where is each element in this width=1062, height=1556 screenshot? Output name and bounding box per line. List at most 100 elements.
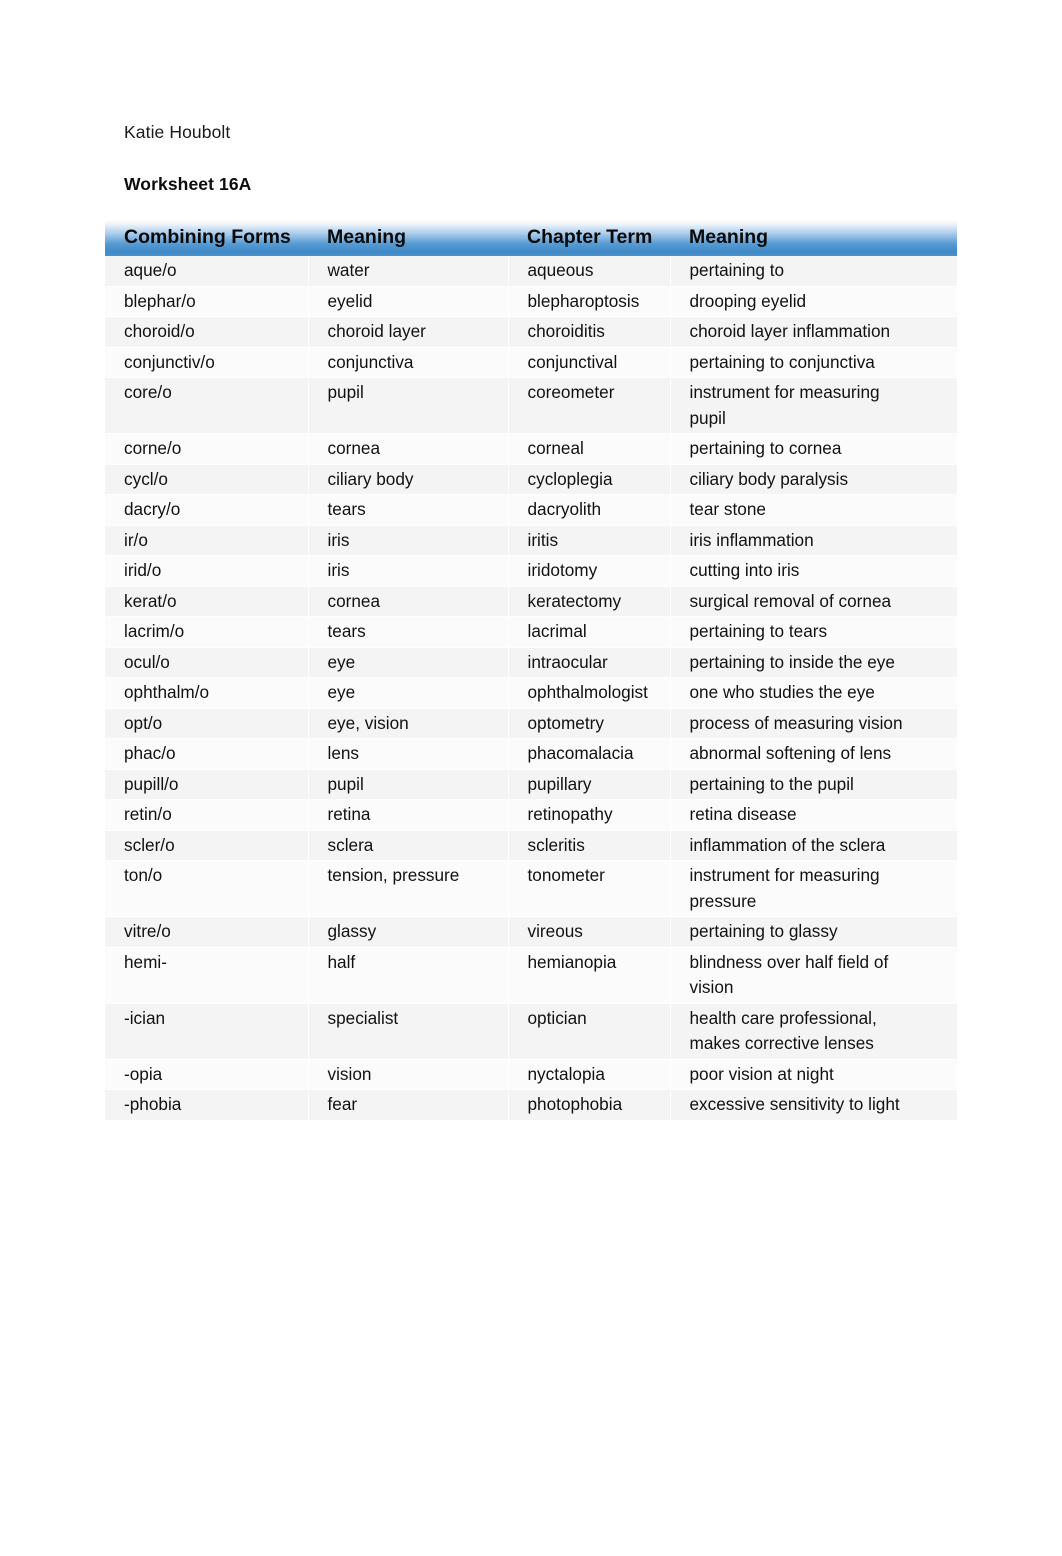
cell-term-meaning-line1: pertaining to tears: [689, 621, 828, 641]
cell-form-meaning: iris: [308, 555, 509, 587]
cell-chapter-term: scleritis: [508, 830, 671, 861]
cell-combining-form: pupill/o: [105, 769, 309, 800]
cell-combining-form: aque/o: [105, 256, 309, 287]
cell-form-meaning: ciliary body: [308, 464, 509, 495]
table-header-row: Combining Forms Meaning Chapter Term Mea…: [105, 220, 957, 256]
table-row: irid/o iris iridotomy cutting into iris: [105, 555, 957, 587]
cell-chapter-term: optometry: [508, 708, 671, 739]
table-row: -ician specialist optician health care prof…: [105, 1003, 957, 1060]
cell-term-meaning: inflammation of the sclera: [670, 830, 957, 861]
cell-chapter-term: coreometer: [508, 377, 671, 434]
table-row: ton/o tension, pressure tonometer instrumen…: [105, 860, 957, 917]
cell-combining-form: blephar/o: [105, 286, 309, 317]
cell-form-meaning: water: [308, 256, 509, 287]
column-header-combining-forms: Combining Forms: [105, 220, 308, 256]
cell-form-meaning: eye: [308, 647, 509, 678]
cell-term-meaning-line1: excessive sensitivity to light: [689, 1094, 900, 1114]
table-row: choroid/o choroid layer choroiditis choroid…: [105, 316, 957, 348]
column-header-meaning-2: Meaning: [670, 220, 957, 256]
cell-chapter-term: corneal: [508, 433, 671, 465]
cell-term-meaning: pertaining to the pupil: [670, 769, 957, 800]
cell-combining-form: ocul/o: [105, 647, 309, 678]
cell-term-meaning-line1: blindness over half field of: [689, 951, 889, 972]
cell-chapter-term: vireous: [508, 916, 671, 948]
vocabulary-table: Combining Forms Meaning Chapter Term Mea…: [105, 220, 957, 1121]
table-row: -opia vision nyctalopia poor vision at nigh…: [105, 1059, 957, 1090]
cell-form-meaning: eye, vision: [308, 708, 509, 739]
cell-term-meaning-line1: abnormal softening of lens: [689, 743, 892, 763]
cell-form-meaning: pupil: [308, 769, 509, 800]
cell-term-meaning-line1: pertaining to inside the eye: [689, 651, 895, 672]
cell-term-meaning-line1: surgical removal of cornea: [689, 590, 892, 611]
cell-chapter-term: tonometer: [508, 860, 671, 917]
cell-term-meaning-line1: iris inflammation: [689, 529, 814, 550]
cell-term-meaning-line1: drooping eyelid: [689, 290, 807, 311]
table-row: blephar/o eyelid blepharoptosis drooping ey…: [105, 286, 957, 317]
cell-combining-form: ophthalm/o: [105, 677, 309, 709]
cell-term-meaning: process of measuring vision: [670, 708, 957, 739]
table-row: dacry/o tears dacryolith tear stone: [105, 494, 957, 526]
table-row: ir/o iris iritis iris inflammation: [105, 525, 957, 556]
cell-term-meaning: instrument for measuring pupil: [670, 377, 957, 434]
cell-combining-form: irid/o: [105, 555, 309, 587]
cell-term-meaning: instrument for measuring pressure: [670, 860, 957, 917]
cell-combining-form: conjunctiv/o: [105, 347, 309, 378]
cell-chapter-term: choroiditis: [508, 316, 671, 348]
cell-term-meaning: cutting into iris: [670, 555, 957, 587]
document-page: Katie Houbolt Worksheet 16A Combining Fo…: [0, 0, 1062, 1556]
cell-combining-form: vitre/o: [105, 916, 309, 948]
cell-term-meaning: surgical removal of cornea: [670, 586, 957, 617]
table-row: ophthalm/o eye ophthalmologist one who stud…: [105, 677, 957, 709]
cell-combining-form: ir/o: [105, 525, 309, 556]
cell-combining-form: cycl/o: [105, 464, 309, 495]
table-row: corne/o cornea corneal pertaining to cornea: [105, 433, 957, 465]
vocabulary-table-container: Combining Forms Meaning Chapter Term Mea…: [105, 220, 957, 1121]
cell-term-meaning: one who studies the eye: [670, 677, 957, 709]
cell-form-meaning: iris: [308, 525, 509, 556]
cell-combining-form: phac/o: [105, 738, 309, 770]
cell-form-meaning: conjunctiva: [308, 347, 509, 378]
cell-chapter-term: retinopathy: [508, 799, 671, 831]
cell-term-meaning-line1: pertaining to glassy: [689, 921, 838, 941]
cell-combining-form: kerat/o: [105, 586, 309, 617]
cell-term-meaning: choroid layer inflammation: [670, 316, 957, 348]
cell-chapter-term: dacryolith: [508, 494, 671, 526]
cell-form-meaning: cornea: [308, 586, 509, 617]
table-body: aque/o water aqueous pertaining to blephar/o…: [105, 256, 957, 1121]
cell-term-meaning: tear stone: [670, 494, 957, 526]
cell-term-meaning: pertaining to: [670, 256, 957, 287]
cell-term-meaning-line1: pertaining to the pupil: [689, 773, 854, 794]
cell-combining-form: core/o: [105, 377, 309, 434]
table-row: vitre/o glassy vireous pertaining to glassy: [105, 916, 957, 948]
cell-combining-form: dacry/o: [105, 494, 309, 526]
cell-term-meaning-line1: health care professional,: [689, 1007, 877, 1028]
table-row: scler/o sclera scleritis inflammation of th…: [105, 830, 957, 861]
cell-chapter-term: hemianopia: [508, 947, 671, 1004]
cell-term-meaning: ciliary body paralysis: [670, 464, 957, 495]
cell-term-meaning: health care professional, makes correctiv…: [670, 1003, 957, 1060]
cell-term-meaning: retina disease: [670, 799, 957, 831]
cell-term-meaning: pertaining to tears: [670, 616, 957, 648]
cell-chapter-term: iridotomy: [508, 555, 671, 587]
cell-chapter-term: ophthalmologist: [508, 677, 671, 709]
cell-form-meaning: specialist: [308, 1003, 509, 1060]
cell-form-meaning: tears: [308, 494, 509, 526]
cell-term-meaning-line2: vision: [689, 977, 734, 997]
cell-form-meaning: sclera: [308, 830, 509, 861]
cell-chapter-term: nyctalopia: [508, 1059, 671, 1090]
cell-chapter-term: keratectomy: [508, 586, 671, 617]
cell-form-meaning: tears: [308, 616, 509, 648]
cell-term-meaning: drooping eyelid: [670, 286, 957, 317]
cell-chapter-term: blepharoptosis: [508, 286, 671, 317]
cell-combining-form: -phobia: [105, 1089, 309, 1121]
table-row: cycl/o ciliary body cycloplegia ciliary bod…: [105, 464, 957, 495]
cell-term-meaning: excessive sensitivity to light: [670, 1089, 957, 1121]
document-body: Katie Houbolt Worksheet 16A: [124, 120, 964, 196]
author-name: Katie Houbolt: [124, 122, 231, 142]
table-row: conjunctiv/o conjunctiva conjunctival perta…: [105, 347, 957, 378]
cell-combining-form: -opia: [105, 1059, 309, 1090]
cell-chapter-term: photophobia: [508, 1089, 671, 1121]
cell-combining-form: scler/o: [105, 830, 309, 861]
cell-chapter-term: optician: [508, 1003, 671, 1060]
cell-form-meaning: vision: [308, 1059, 509, 1090]
